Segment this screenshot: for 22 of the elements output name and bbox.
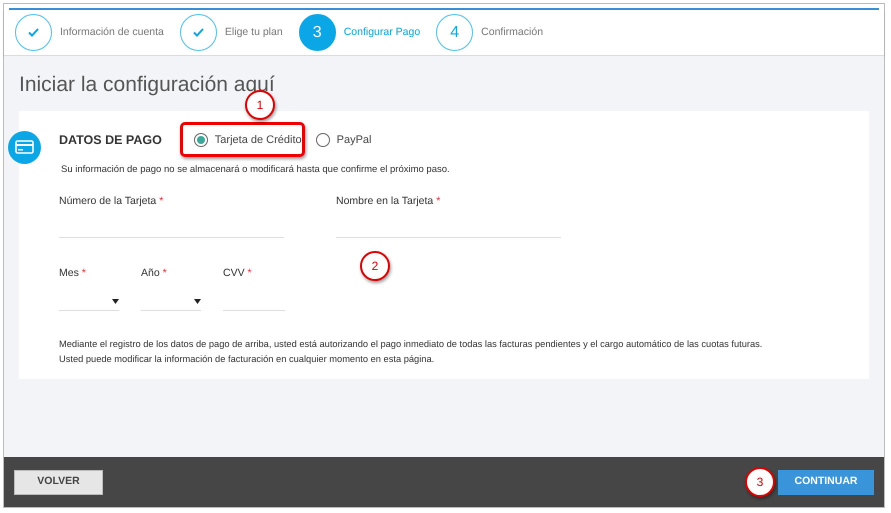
caret-icon	[112, 299, 119, 304]
back-button[interactable]: VOLVER	[14, 470, 103, 494]
radio-option[interactable]: Tarjeta de Crédito	[194, 132, 302, 148]
field-label: Mes *	[59, 266, 87, 282]
radio-button[interactable]	[194, 132, 208, 147]
step-label: Confirmación	[481, 24, 544, 40]
radio-option[interactable]: PayPal	[316, 132, 372, 148]
step-label: Elige tu plan	[224, 24, 283, 40]
checkmark-icon	[28, 28, 39, 37]
caret-icon	[194, 299, 201, 304]
radio-button[interactable]	[316, 132, 330, 147]
step-label: Configurar Pago	[344, 24, 420, 40]
field-label: Nombre en la Tarjeta *	[336, 194, 442, 208]
section-heading: DATOS DE PAGO	[59, 132, 162, 148]
field-label: Año *	[141, 266, 168, 282]
checkmark-icon	[192, 28, 204, 37]
step-label: Información de cuenta	[60, 24, 164, 40]
notice-text: Su información de pago no se almacenará o modificará hasta que confirme el próximo paso.	[61, 163, 451, 178]
disclaimer-text: Usted puede modificar la información de facturación en cualquier momento en esta página.	[59, 353, 436, 366]
field-label: Número de la Tarjeta *	[59, 194, 164, 208]
field-label: CVV *	[223, 266, 253, 282]
disclaimer-text: Mediante el registro de los datos de pago de arriba, usted está autorizando el pago inmediato de todas las facturas pendientes y el cargo automático de las cuotas futuras.	[59, 338, 764, 351]
